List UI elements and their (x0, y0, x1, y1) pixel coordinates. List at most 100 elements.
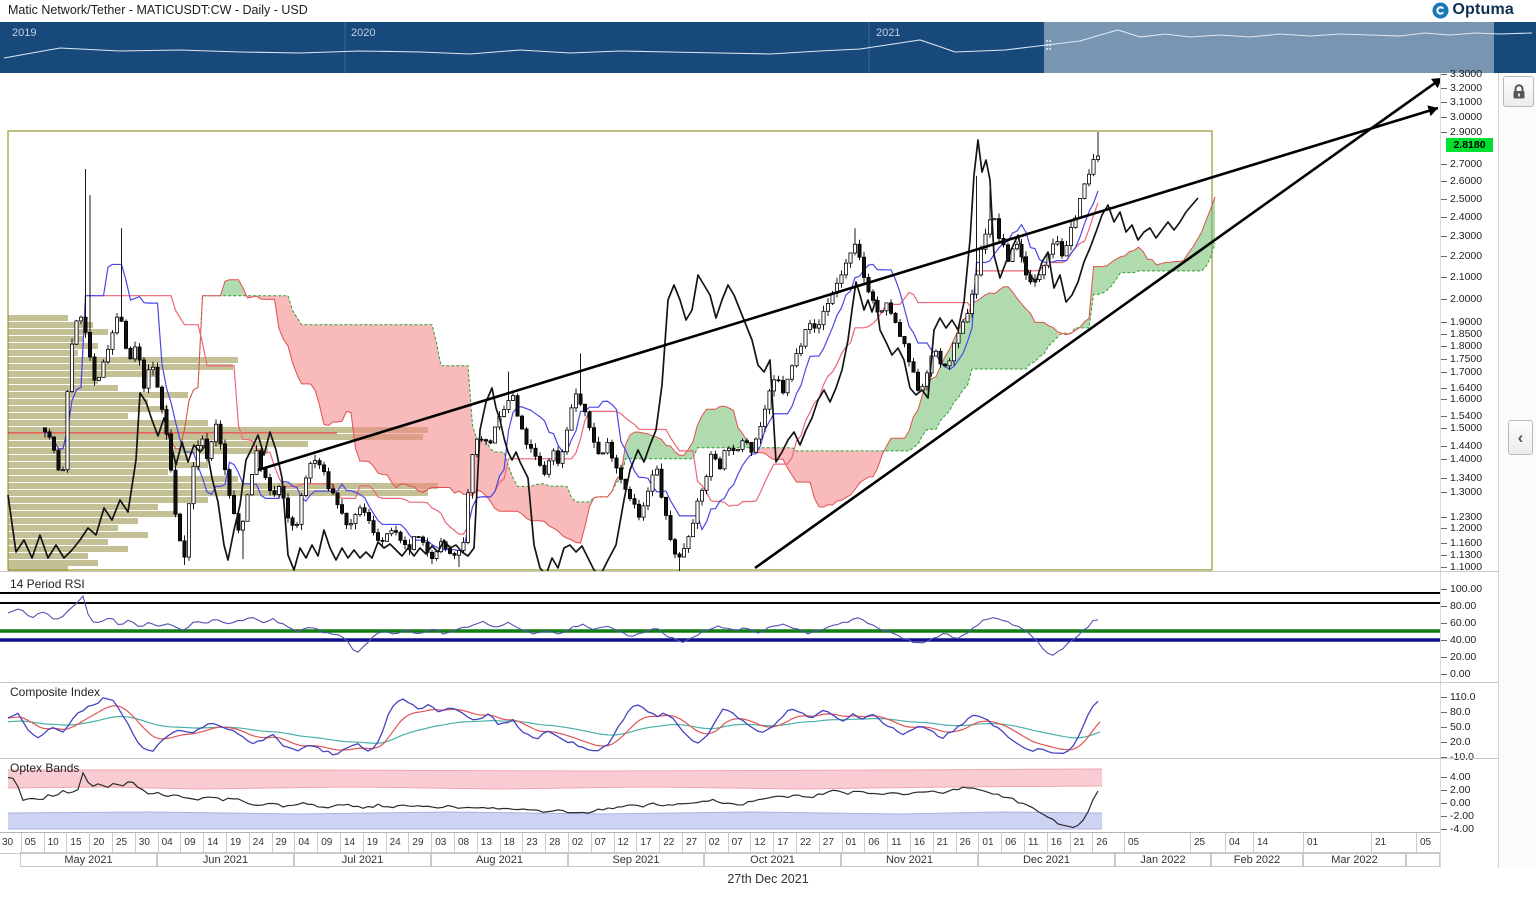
day-tick-label: 14 (1253, 833, 1303, 852)
day-tick-label: 22 (796, 833, 819, 852)
axis-tick (1441, 712, 1447, 713)
price-axis-label: 2.2000 (1450, 250, 1483, 262)
day-tick-label: 29 (408, 833, 431, 852)
day-tick-label: 30 (134, 833, 158, 852)
rsi-axis-label: 100.00 (1450, 583, 1483, 595)
day-tick-label: 13 (476, 833, 500, 852)
price-axis-label: 2.7000 (1450, 158, 1483, 170)
axis-tick (1441, 777, 1447, 778)
price-axis[interactable]: 3.3000 3.2000 3.1000 3.0000 2.9000 2.7000 2.60… (1440, 68, 1499, 868)
price-chart-svg[interactable] (0, 73, 1440, 571)
composite-index-panel[interactable] (0, 682, 1440, 758)
day-tick-label: 05 (20, 833, 44, 852)
day-tick-label: 07 (727, 833, 751, 852)
axis-tick (1441, 492, 1447, 493)
axis-tick (1441, 640, 1447, 641)
price-axis-label: 1.7000 (1450, 366, 1483, 378)
optex-axis-label: 2.00 (1450, 784, 1471, 796)
chart-title: Matic Network/Tether - MATICUSDT:CW - Da… (8, 3, 308, 17)
day-tick-label: 17 (773, 833, 796, 852)
day-tick-label: 09 (317, 833, 340, 852)
optex-bands-svg[interactable] (0, 758, 1440, 832)
composite-axis-label: -10.0 (1450, 751, 1474, 763)
axis-tick (1441, 372, 1447, 373)
optex-axis-label: 4.00 (1450, 771, 1471, 783)
day-tick-label: 22 (659, 833, 682, 852)
price-axis-label: 2.0000 (1450, 293, 1483, 305)
rsi-axis-label: 20.00 (1450, 651, 1477, 663)
optex-axis-label: -2.00 (1450, 810, 1474, 822)
day-tick-label: 29 (271, 833, 295, 852)
day-tick-label: 21 (1371, 833, 1416, 852)
axis-tick (1441, 657, 1447, 658)
optex-axis-label: -4.00 (1450, 823, 1474, 835)
axis-tick (1441, 623, 1447, 624)
composite-axis-label: 50.0 (1450, 721, 1471, 733)
axis-tick (1441, 446, 1447, 447)
price-axis-label: 1.9000 (1450, 316, 1483, 328)
axis-tick (1441, 416, 1447, 417)
composite-axis-label: 110.0 (1450, 691, 1476, 703)
optuma-logo-icon (1432, 2, 1449, 19)
axis-tick (1441, 256, 1447, 257)
right-toolbar: ‹ (1498, 73, 1536, 868)
axis-tick (1441, 816, 1447, 817)
month-label: May 2021 (20, 852, 157, 867)
axis-tick (1441, 88, 1447, 89)
month-label: Feb 2022 (1211, 852, 1303, 867)
lock-button[interactable] (1503, 76, 1534, 107)
day-tick-label: 05 (1416, 833, 1440, 852)
price-axis-label: 1.3400 (1450, 472, 1483, 484)
axis-tick (1441, 517, 1447, 518)
price-axis-label: 2.6000 (1450, 175, 1483, 187)
day-tick-label: 14 (203, 833, 226, 852)
day-tick-label: 12 (750, 833, 773, 852)
optuma-app-window: Matic Network/Tether - MATICUSDT:CW - Da… (0, 0, 1536, 899)
date-axis-months[interactable]: May 2021 Jun 2021 Jul 2021 Aug 2021 Sep 2021… (0, 852, 1440, 869)
axis-tick (1441, 164, 1447, 165)
day-tick-label: 17 (636, 833, 659, 852)
day-tick-label: 14 (340, 833, 363, 852)
month-label: Jul 2021 (294, 852, 431, 867)
price-axis-label: 1.1600 (1450, 537, 1483, 549)
composite-axis-label: 20.0 (1450, 736, 1471, 748)
day-tick-label: 24 (248, 833, 272, 852)
axis-tick (1441, 334, 1447, 335)
day-tick-label: 21 (1069, 833, 1093, 852)
price-axis-label: 1.8000 (1450, 340, 1483, 352)
price-axis-label: 2.4000 (1450, 211, 1483, 223)
axis-tick (1441, 555, 1447, 556)
date-axis-days[interactable]: 30 05 10 15 20 25 30 04 09 14 19 24 29 04 09 14 19 24 29 03… (0, 832, 1440, 854)
month-label: Jun 2021 (157, 852, 294, 867)
svg-text:2019: 2019 (12, 27, 36, 39)
axis-tick (1441, 589, 1447, 590)
day-tick-label: 11 (887, 833, 910, 852)
day-tick-label: 19 (362, 833, 386, 852)
price-axis-label: 3.2000 (1450, 82, 1483, 94)
optex-bands-panel[interactable] (0, 758, 1440, 832)
axis-tick (1441, 117, 1447, 118)
price-chart-panel[interactable] (0, 73, 1440, 571)
day-tick-label: 10 (43, 833, 67, 852)
timeline-navigator[interactable]: 2019 2020 2021 (0, 22, 1536, 73)
price-axis-label: 1.4000 (1450, 453, 1483, 465)
axis-tick (1441, 528, 1447, 529)
axis-tick (1441, 236, 1447, 237)
day-tick-label: 01 (978, 833, 1001, 852)
axis-tick (1441, 322, 1447, 323)
composite-axis-label: 80.0 (1450, 706, 1471, 718)
price-axis-label: 1.6000 (1450, 393, 1483, 405)
axis-tick (1441, 428, 1447, 429)
axis-tick (1441, 277, 1447, 278)
price-axis-label: 1.5000 (1450, 422, 1483, 434)
day-tick-label: 26 (955, 833, 979, 852)
day-tick-label: 16 (1046, 833, 1070, 852)
rsi-panel[interactable] (0, 571, 1440, 682)
collapse-panel-button[interactable]: ‹ (1508, 420, 1533, 455)
rsi-panel-svg[interactable] (0, 571, 1440, 682)
composite-index-svg[interactable] (0, 682, 1440, 758)
navigator-sparkline-chart[interactable]: 2019 2020 2021 (0, 22, 1536, 73)
last-price-badge: 2.8180 (1446, 138, 1493, 152)
day-tick-label: 06 (864, 833, 887, 852)
month-label: Dec 2021 (978, 852, 1115, 867)
